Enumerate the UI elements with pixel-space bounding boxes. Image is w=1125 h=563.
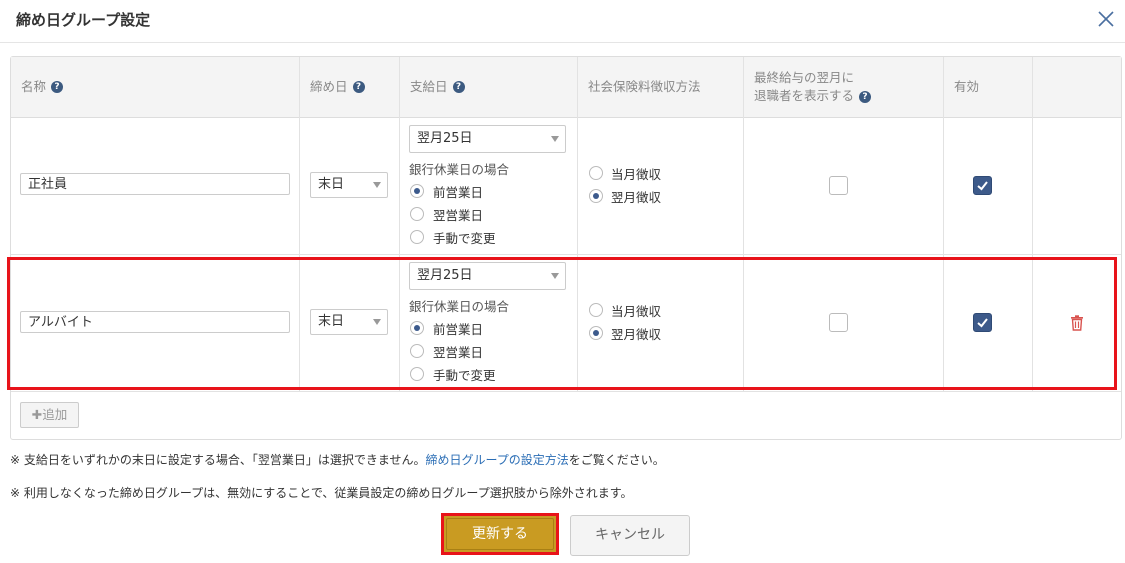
- closing-day-select[interactable]: 末日: [310, 309, 388, 335]
- radio-next-month[interactable]: [589, 189, 603, 203]
- add-row-button[interactable]: ✚追加: [20, 402, 79, 428]
- enabled-checkbox[interactable]: [973, 176, 992, 195]
- cancel-button[interactable]: キャンセル: [570, 515, 690, 556]
- check-icon: [977, 181, 988, 191]
- trash-icon[interactable]: [1070, 315, 1084, 331]
- chevron-down-icon: [551, 136, 559, 142]
- update-button[interactable]: 更新する: [441, 513, 559, 555]
- question-circle-icon[interactable]: ?: [51, 81, 64, 93]
- radio-next-month[interactable]: [589, 326, 603, 340]
- header-show-retired: 最終給与の翌月に 退職者を表示する?: [754, 57, 872, 117]
- column-divider: [1032, 57, 1033, 391]
- header-closing-day: 締め日?: [310, 57, 365, 117]
- radio-manual-change[interactable]: [410, 230, 424, 244]
- row-divider: [11, 254, 1121, 255]
- show-retired-checkbox[interactable]: [829, 313, 848, 332]
- question-circle-icon[interactable]: ?: [352, 81, 365, 93]
- column-divider: [299, 57, 300, 391]
- check-icon: [977, 318, 988, 328]
- closing-group-table: 名称? 締め日? 支給日? 社会保険料徴収方法 最終給与の翌月に 退職者を表示す…: [10, 56, 1122, 440]
- column-divider: [743, 57, 744, 391]
- column-divider: [577, 57, 578, 391]
- column-divider: [943, 57, 944, 391]
- holiday-label: 銀行休業日の場合: [409, 162, 510, 177]
- name-input[interactable]: アルバイト: [20, 311, 290, 333]
- question-circle-icon[interactable]: ?: [859, 90, 872, 103]
- radio-current-month[interactable]: [589, 303, 603, 317]
- radio-label: 翌月徴収: [611, 190, 662, 205]
- radio-manual-change[interactable]: [410, 367, 424, 381]
- table-header: 名称? 締め日? 支給日? 社会保険料徴収方法 最終給与の翌月に 退職者を表示す…: [11, 57, 1121, 118]
- close-icon[interactable]: [1096, 9, 1116, 29]
- radio-label: 当月徴収: [611, 304, 662, 319]
- header-social-insurance: 社会保険料徴収方法: [588, 79, 701, 94]
- radio-next-business-day[interactable]: [410, 207, 424, 221]
- chevron-down-icon: [373, 319, 381, 325]
- header-name: 名称?: [21, 57, 64, 117]
- pay-day-select[interactable]: 翌月25日: [409, 262, 566, 290]
- dialog-title: 締め日グループ設定: [16, 11, 151, 29]
- row-divider: [11, 391, 1121, 392]
- radio-label: 翌営業日: [433, 208, 484, 223]
- holiday-label: 銀行休業日の場合: [409, 299, 510, 314]
- note-pay-day: ※ 支給日をいずれかの末日に設定する場合、「翌営業日」は選択できません。締め日グ…: [10, 453, 665, 467]
- radio-next-business-day[interactable]: [410, 344, 424, 358]
- radio-prev-business-day[interactable]: [410, 321, 424, 335]
- column-divider: [399, 57, 400, 391]
- header-pay-day: 支給日?: [410, 57, 465, 117]
- radio-label: 翌営業日: [433, 345, 484, 360]
- closing-day-select[interactable]: 末日: [310, 172, 388, 198]
- enabled-checkbox[interactable]: [973, 313, 992, 332]
- header-enabled: 有効: [954, 79, 980, 94]
- pay-day-select[interactable]: 翌月25日: [409, 125, 566, 153]
- radio-current-month[interactable]: [589, 166, 603, 180]
- show-retired-checkbox[interactable]: [829, 176, 848, 195]
- radio-prev-business-day[interactable]: [410, 184, 424, 198]
- radio-label: 手動で変更: [433, 231, 496, 246]
- chevron-down-icon: [551, 273, 559, 279]
- radio-label: 翌月徴収: [611, 327, 662, 342]
- radio-label: 前営業日: [433, 185, 484, 200]
- radio-label: 当月徴収: [611, 167, 662, 182]
- chevron-down-icon: [373, 182, 381, 188]
- question-circle-icon[interactable]: ?: [452, 81, 465, 93]
- radio-label: 手動で変更: [433, 368, 496, 383]
- name-input[interactable]: 正社員: [20, 173, 290, 195]
- radio-label: 前営業日: [433, 322, 484, 337]
- help-link[interactable]: 締め日グループの設定方法: [426, 453, 569, 467]
- note-disable: ※ 利用しなくなった締め日グループは、無効にすることで、従業員設定の締め日グルー…: [10, 486, 633, 500]
- dialog-header: 締め日グループ設定: [0, 0, 1125, 43]
